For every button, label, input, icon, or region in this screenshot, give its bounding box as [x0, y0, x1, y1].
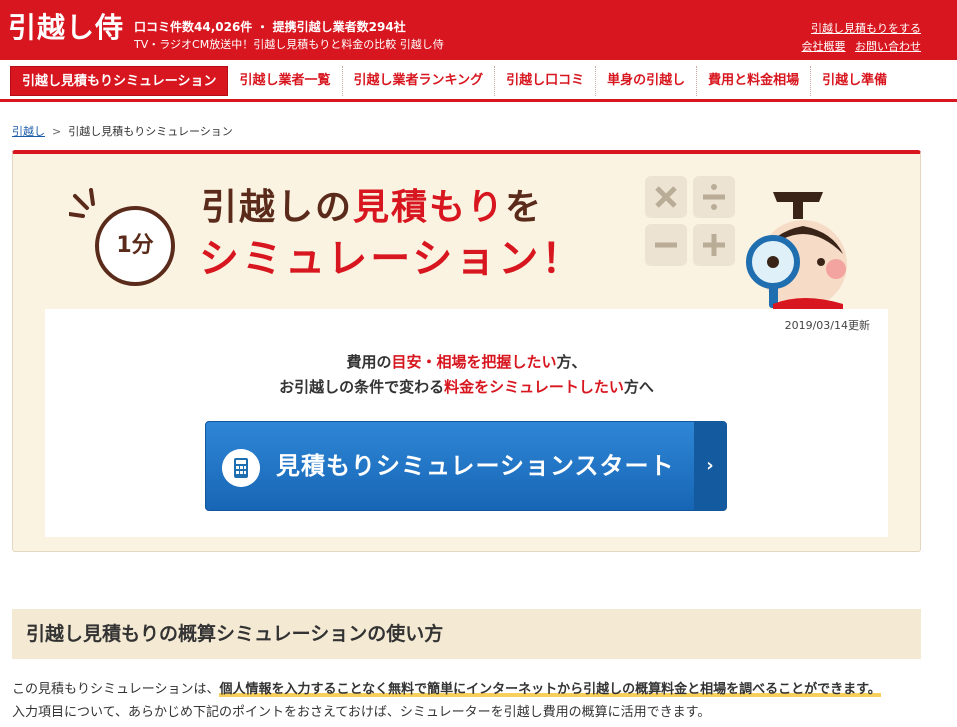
- nav-item-preparation[interactable]: 引越し準備: [811, 66, 898, 96]
- nav-list: 引越し見積もりシミュレーション 引越し業者一覧 引越し業者ランキング 引越し口コ…: [10, 66, 898, 96]
- start-simulation-button[interactable]: 見積もりシミュレーションスタート ›: [205, 421, 727, 511]
- hero-title-emphasis: 見積もり: [353, 187, 506, 228]
- lead-line2: お引越しの条件で変わる料金をシミュレートしたい方へ: [45, 376, 888, 397]
- hero-card: 2019/03/14更新 費用の目安・相場を把握したい方、 お引越しの条件で変わ…: [45, 309, 888, 537]
- section-heading: 引越し見積もりの概算シミュレーションの使い方: [12, 609, 921, 659]
- breadcrumb-separator: >: [52, 125, 62, 138]
- hero-title-line2: シミュレーション！: [199, 236, 585, 282]
- body1-highlight: 個人情報を入力することなく無料で簡単にインターネットから引越しの概算料金と相場を…: [219, 682, 881, 697]
- breadcrumb: 引越し > 引越し見積もりシミュレーション: [12, 123, 233, 139]
- header-stats: 口コミ件数44,026件 ・ 提携引越し業者数294社: [134, 20, 406, 34]
- section-title: 引越し見積もりの概算シミュレーションの使い方: [26, 623, 444, 645]
- hero-title-part1: 引越しの: [201, 187, 354, 228]
- header-bar: 引越し侍 口コミ件数44,026件 ・ 提携引越し業者数294社 TV・ラジオC…: [0, 0, 957, 60]
- calculator-symbols-icon: [645, 176, 735, 266]
- global-nav: 引越し見積もりシミュレーション 引越し業者一覧 引越し業者ランキング 引越し口コ…: [0, 60, 957, 102]
- hero-banner: 1分 引越しの見積もりを シミュレーション！ 2019/03/14更新 費用の目…: [12, 150, 921, 552]
- nav-item-ranking[interactable]: 引越し業者ランキング: [343, 66, 496, 96]
- site-logo[interactable]: 引越し侍: [8, 10, 124, 46]
- nav-item-company-list[interactable]: 引越し業者一覧: [228, 66, 343, 96]
- hero-title-part2: を: [505, 187, 544, 228]
- lead1-text-c: 方、: [556, 353, 587, 371]
- nav-item-simulation[interactable]: 引越し見積もりシミュレーション: [10, 66, 229, 96]
- calculator-icon: [222, 449, 260, 487]
- section-body-line2: 入力項目について、あらかじめ下記のポイントをおさえておけば、シミュレーターを引越…: [12, 705, 711, 720]
- body1-text: この見積もりシミュレーションは、: [12, 682, 220, 697]
- breadcrumb-current: 引越し見積もりシミュレーション: [68, 125, 233, 138]
- hero-title-line1: 引越しの見積もりを: [201, 178, 543, 230]
- nav-item-reviews[interactable]: 引越し口コミ: [495, 66, 597, 96]
- lead2-text-highlight: 料金をシミュレートしたい: [444, 378, 624, 396]
- header-links: 会社概要 お問い合わせ: [796, 38, 922, 54]
- section-body-line1: この見積もりシミュレーションは、個人情報を入力することなく無料で簡単にインターネ…: [12, 678, 881, 697]
- company-link[interactable]: 会社概要: [802, 40, 846, 53]
- header-tagline: TV・ラジオCM放送中！引越し見積もりと料金の比較 引越し侍: [134, 38, 444, 51]
- contact-link[interactable]: お問い合わせ: [855, 40, 921, 53]
- lead1-text-a: 費用の: [346, 353, 392, 371]
- lead2-text-c: 方へ: [623, 378, 654, 396]
- updated-date: 2019/03/14更新: [784, 319, 870, 332]
- start-button-label: 見積もりシミュレーションスタート: [276, 452, 675, 480]
- lead1-text-highlight: 目安・相場を把握したい: [391, 353, 557, 371]
- lead-line1: 費用の目安・相場を把握したい方、: [45, 351, 888, 372]
- breadcrumb-home[interactable]: 引越し: [12, 125, 45, 138]
- estimate-link[interactable]: 引越し見積もりをする: [811, 20, 921, 36]
- nav-item-single-move[interactable]: 単身の引越し: [596, 66, 698, 96]
- lead2-text-a: お引越しの条件で変わる: [279, 378, 445, 396]
- chevron-right-icon: ›: [694, 422, 726, 510]
- nav-item-cost[interactable]: 費用と料金相場: [697, 66, 812, 96]
- samurai-mascot-icon: [746, 192, 847, 309]
- one-minute-badge: 1分: [95, 206, 175, 286]
